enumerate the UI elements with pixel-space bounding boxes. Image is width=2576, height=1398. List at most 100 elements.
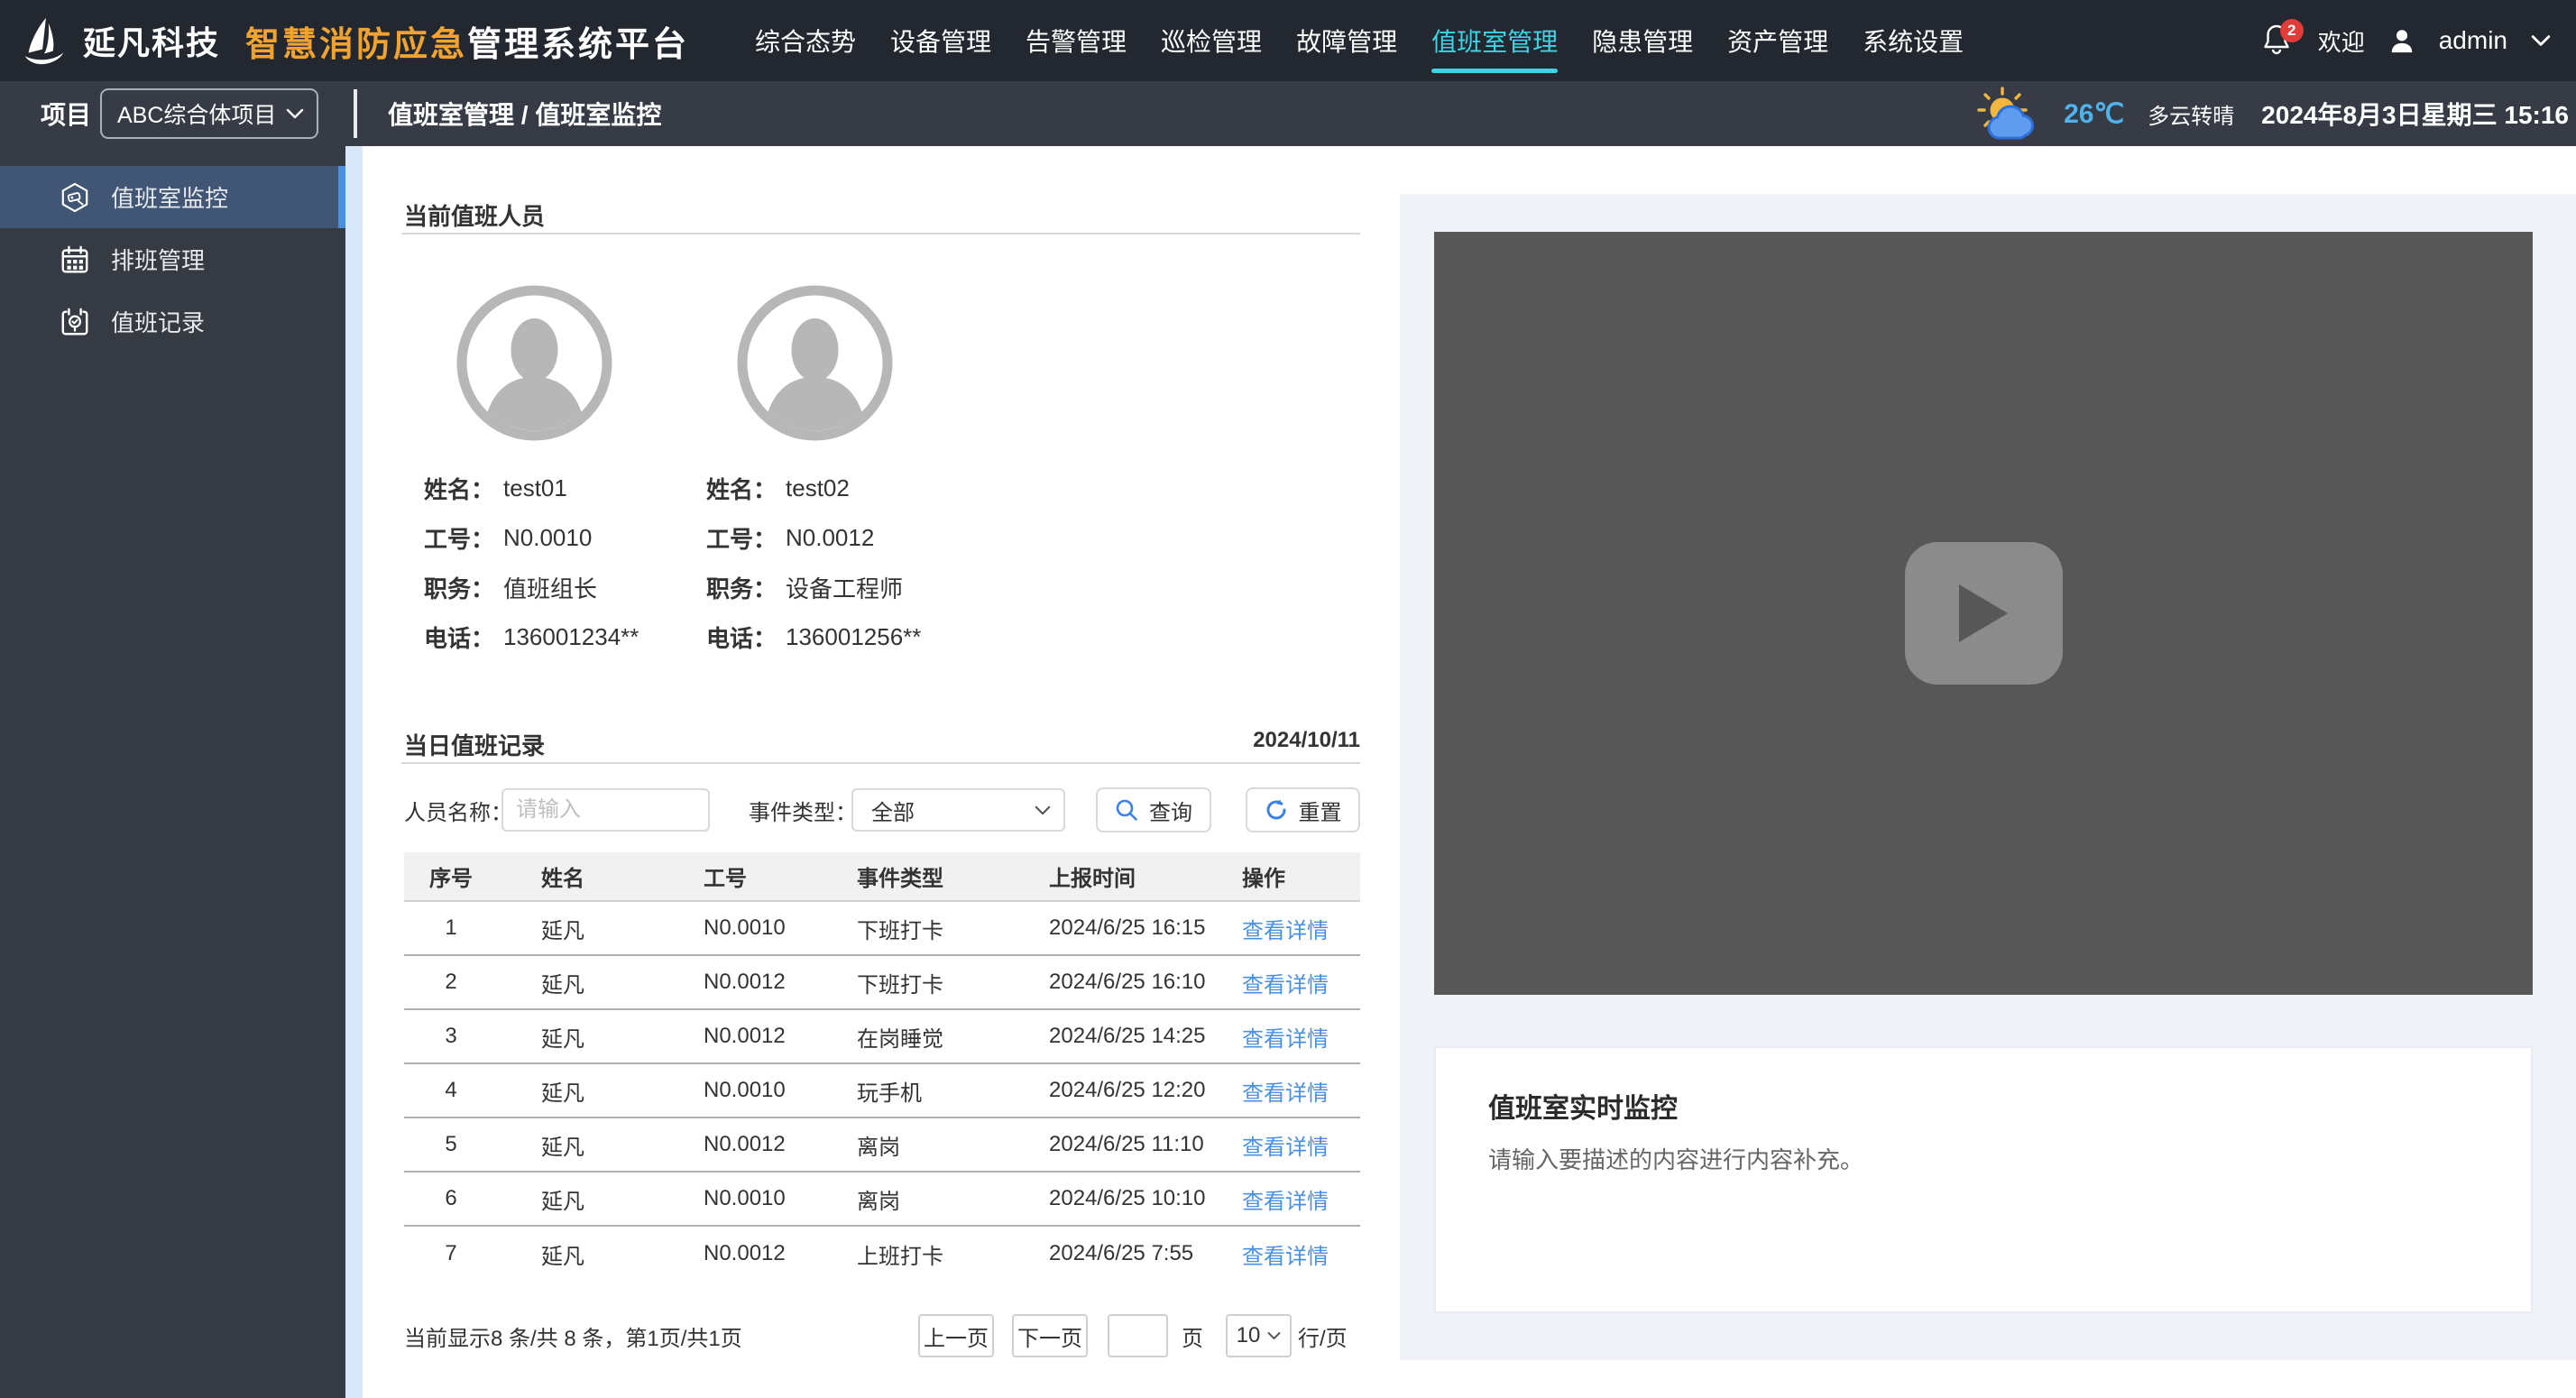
nav-item-overview[interactable]: 综合态势 [755,17,856,64]
monitor-info-card: 值班室实时监控 请输入要描述的内容进行内容补充。 [1434,1046,2533,1313]
col-header-action: 操作 [1242,860,1360,892]
sidebar-item-duty-records[interactable]: 值班记录 [0,290,345,353]
view-details-link[interactable]: 查看详情 [1242,1183,1360,1215]
role-label: 职务： [424,571,494,604]
view-details-link[interactable]: 查看详情 [1242,967,1360,998]
play-button[interactable] [1905,542,2063,685]
cell-time: 2024/6/25 12:20 [1049,1078,1242,1103]
search-button-label: 查询 [1149,795,1192,826]
view-details-link[interactable]: 查看详情 [1242,1021,1360,1053]
product-name-rest: 管理系统平台 [467,16,689,66]
view-details-link[interactable]: 查看详情 [1242,1075,1360,1107]
cell-event: 下班打卡 [857,913,1049,944]
table-row: 5 延凡 N0.0012 离岗 2024/6/25 11:10 查看详情 [404,1118,1360,1173]
reset-button[interactable]: 重置 [1246,787,1360,832]
cell-event: 上班打卡 [857,1238,1049,1270]
chevron-down-icon [286,108,304,119]
cell-id: N0.0012 [704,1132,857,1157]
role-label: 职务： [706,571,777,604]
page-suffix-label: 页 [1182,1314,1203,1357]
person-name-input[interactable] [501,788,710,832]
cell-name: 延凡 [498,1021,704,1053]
page-size-value: 10 [1237,1323,1261,1348]
page-size-select[interactable]: 10 [1226,1314,1292,1357]
phone-value: 136001234** [503,623,639,651]
sidebar-item-label: 排班管理 [111,243,205,276]
nav-item-alarms[interactable]: 告警管理 [1026,17,1127,64]
next-page-button[interactable]: 下一页 [1012,1314,1088,1357]
project-label: 项目 [41,81,91,146]
project-select[interactable]: ABC综合体项目 [100,88,318,139]
nav-item-assets[interactable]: 资产管理 [1727,17,1828,64]
main-content: 当前值班人员 姓名：test01 工号：N0.0010 职务：值班组长 电话：1… [363,146,2576,1398]
table-row: 2 延凡 N0.0012 下班打卡 2024/6/25 16:10 查看详情 [404,956,1360,1010]
name-label: 姓名： [424,472,494,505]
reset-button-label: 重置 [1299,795,1342,826]
phone-value: 136001256** [786,623,921,651]
nav-item-devices[interactable]: 设备管理 [890,17,991,64]
cell-no: 6 [404,1186,498,1211]
user-avatar-icon[interactable] [2388,27,2415,54]
cell-no: 1 [404,915,498,941]
view-details-link[interactable]: 查看详情 [1242,913,1360,944]
nav-item-duty-room[interactable]: 值班室管理 [1431,17,1558,64]
phone-label: 电话： [424,621,494,654]
nav-item-settings[interactable]: 系统设置 [1863,17,1964,64]
nav-item-inspection[interactable]: 巡检管理 [1161,17,1262,64]
cell-id: N0.0010 [704,1078,857,1103]
cell-no: 2 [404,970,498,995]
sub-header: 项目 ABC综合体项目 值班室管理 / 值班室监控 26℃ 多云转晴 2024年… [0,81,2576,146]
company-name: 延凡科技 [83,17,220,64]
view-details-link[interactable]: 查看详情 [1242,1129,1360,1161]
chevron-down-icon[interactable] [2531,34,2551,47]
username-label[interactable]: admin [2439,26,2507,55]
clipboard-pin-icon [60,307,90,337]
play-icon [1955,583,2011,644]
view-details-link[interactable]: 查看详情 [1242,1238,1360,1270]
per-page-label: 行/页 [1298,1314,1348,1357]
duty-persons-title: 当前值班人员 [404,198,545,232]
id-value: N0.0010 [503,524,592,552]
vertical-scrollbar[interactable] [345,146,363,1398]
welcome-label: 欢迎 [2318,24,2365,58]
cell-name: 延凡 [498,1129,704,1161]
name-value: test02 [786,474,850,502]
col-header-time: 上报时间 [1049,860,1242,892]
person-info-1: 姓名：test01 工号：N0.0010 职务：值班组长 电话：13600123… [424,464,639,662]
monitor-video-player[interactable] [1434,232,2533,995]
hexagon-camera-icon [60,182,90,213]
cell-time: 2024/6/25 11:10 [1049,1132,1242,1157]
product-name-highlight: 智慧消防应急 [245,16,467,66]
brand: 延凡科技 智慧消防应急 管理系统平台 [20,0,689,81]
header-user-area: 2 欢迎 admin [2262,0,2551,81]
monitor-card-description: 请输入要描述的内容进行内容补充。 [1488,1142,1863,1175]
top-navigation: 综合态势 设备管理 告警管理 巡检管理 故障管理 值班室管理 隐患管理 资产管理… [755,0,1964,81]
nav-item-hazards[interactable]: 隐患管理 [1592,17,1693,64]
role-value: 设备工程师 [786,571,903,604]
section-divider [401,762,1360,764]
cell-time: 2024/6/25 10:10 [1049,1186,1242,1211]
cell-name: 延凡 [498,967,704,998]
id-label: 工号： [424,521,494,555]
sidebar-item-label: 值班室监控 [111,180,228,214]
col-header-id: 工号 [704,860,857,892]
notification-bell-button[interactable]: 2 [2262,23,2295,59]
table-row: 1 延凡 N0.0010 下班打卡 2024/6/25 16:15 查看详情 [404,902,1360,956]
duty-records-table: 序号 姓名 工号 事件类型 上报时间 操作 1 延凡 N0.0010 下班打卡 … [404,852,1360,1281]
search-button[interactable]: 查询 [1096,787,1211,832]
prev-page-button[interactable]: 上一页 [918,1314,994,1357]
refresh-icon [1265,798,1288,822]
cell-name: 延凡 [498,913,704,944]
sidebar-item-shift-management[interactable]: 排班管理 [0,228,345,290]
pagination-summary: 当前显示8 条/共 8 条，第1页/共1页 [404,1314,742,1357]
table-row: 6 延凡 N0.0010 离岗 2024/6/25 10:10 查看详情 [404,1173,1360,1227]
event-type-select[interactable]: 全部 [851,788,1065,832]
nav-item-faults[interactable]: 故障管理 [1296,17,1397,64]
person-avatar [737,285,893,441]
sidebar-item-duty-room-monitor[interactable]: 值班室监控 [0,166,345,228]
temperature-value: 26℃ [2064,98,2124,130]
cell-event: 离岗 [857,1129,1049,1161]
weather-condition: 多云转晴 [2148,98,2234,130]
sailboat-logo-icon [20,16,69,65]
page-number-input[interactable] [1108,1314,1168,1357]
